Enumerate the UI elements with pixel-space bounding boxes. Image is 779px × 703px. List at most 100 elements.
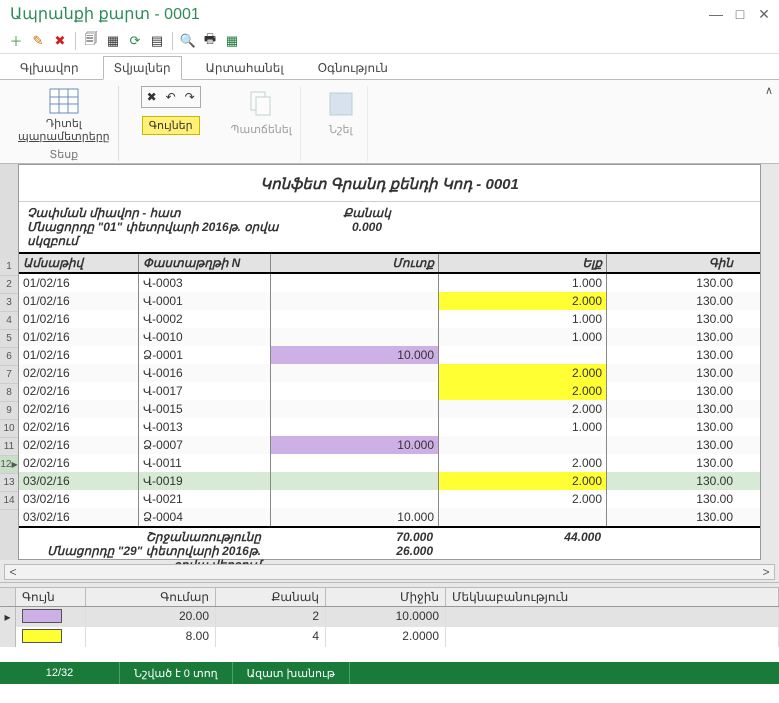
- row-number[interactable]: 3: [0, 294, 18, 312]
- col-note[interactable]: Մեկնաբանություն: [446, 588, 779, 606]
- col-date[interactable]: Ամսաթիվ: [19, 254, 139, 272]
- tab-data[interactable]: Տվյալներ: [103, 56, 182, 80]
- col-qty[interactable]: Քանակ: [216, 588, 326, 606]
- row-number[interactable]: 4: [0, 312, 18, 330]
- delete-icon[interactable]: ✖: [50, 31, 70, 51]
- redo-icon[interactable]: ↷: [181, 88, 199, 106]
- row-number[interactable]: 9: [0, 402, 18, 420]
- edit-icon[interactable]: ✎: [28, 31, 48, 51]
- table-row[interactable]: 03/02/16Վ-00192.000130.00: [19, 472, 760, 490]
- grid-icon[interactable]: ▦: [103, 31, 123, 51]
- row-number[interactable]: 5: [0, 330, 18, 348]
- mark-label: Նշել: [329, 124, 352, 137]
- close-button[interactable]: ✕: [755, 5, 773, 23]
- unit-label: Չափման միավոր - հատ: [27, 206, 287, 220]
- table-row[interactable]: 02/02/16Վ-00162.000130.00: [19, 364, 760, 382]
- row-number[interactable]: 1: [0, 258, 18, 276]
- row-number[interactable]: 8: [0, 384, 18, 402]
- color-swatch: [22, 609, 62, 623]
- sheet-title: Կոնֆետ Գրանդ քենդի Կոդ - 0001: [19, 165, 760, 202]
- table-row[interactable]: 02/02/16Վ-00131.000130.00: [19, 418, 760, 436]
- table-row[interactable]: 01/02/16Ձ-000110.000130.00: [19, 346, 760, 364]
- ribbon-tabs: Գլխավոր Տվյալներ Արտահանել Օգնություն: [0, 54, 779, 80]
- tab-help[interactable]: Օգնություն: [308, 57, 398, 79]
- status-marked: Նշված է 0 տող: [120, 662, 233, 684]
- list-icon[interactable]: ▤: [147, 31, 167, 51]
- status-position: 12/32: [0, 662, 120, 684]
- data-sheet: Կոնֆետ Գրանդ քենդի Կոդ - 0001 Չափման միա…: [18, 164, 761, 560]
- main-area: 123456789101112 ▶1314 Կոնֆետ Գրանդ քենդի…: [0, 164, 779, 582]
- table-row[interactable]: 01/02/16Վ-00012.000130.00: [19, 292, 760, 310]
- copy-label: Պատճենել: [231, 124, 292, 137]
- color-clear-icon[interactable]: ✖: [143, 88, 161, 106]
- col-in[interactable]: Մուտք: [271, 254, 439, 272]
- col-sum[interactable]: Գումար: [86, 588, 216, 606]
- row-handle-icon[interactable]: [0, 627, 16, 647]
- export-excel-icon[interactable]: ▦: [222, 31, 242, 51]
- tab-export[interactable]: Արտահանել: [196, 57, 294, 79]
- balance-start-label: Մնացորդը "01" փետրվարի 2016թ. օրվա սկզբո…: [27, 220, 287, 248]
- print-icon[interactable]: 🖶: [200, 31, 220, 51]
- row-number[interactable]: 11: [0, 438, 18, 456]
- cell-avg: 10.0000: [326, 607, 446, 627]
- copy-button[interactable]: [243, 86, 279, 122]
- table-row[interactable]: 02/02/16Ձ-000710.000130.00: [19, 436, 760, 454]
- row-number[interactable]: 6: [0, 348, 18, 366]
- find-icon[interactable]: 🔍: [178, 31, 198, 51]
- undo-redo-box: ✖ ↶ ↷: [141, 86, 201, 108]
- row-handle-icon[interactable]: ▸: [0, 607, 16, 627]
- col-doc[interactable]: Փաստաթղթի N: [139, 254, 271, 272]
- color-row[interactable]: 8.0042.0000: [0, 627, 779, 647]
- colors-button[interactable]: Գույներ: [142, 116, 200, 135]
- col-avg[interactable]: Միջին: [326, 588, 446, 606]
- turnover-label: Շրջանառությունը: [19, 530, 271, 544]
- window-title: Ապրանքի քարտ - 0001: [6, 4, 707, 24]
- quick-toolbar: ＋ ✎ ✖ 🗐 ▦ ⟳ ▤ 🔍 🖶 ▦: [0, 28, 779, 54]
- view-params-button[interactable]: [46, 86, 82, 116]
- table-row[interactable]: 02/02/16Վ-00172.000130.00: [19, 382, 760, 400]
- view-icon[interactable]: 🗐: [81, 31, 101, 51]
- col-price[interactable]: Գին: [607, 254, 737, 272]
- view-params-label: Դիտելպարամետրերը: [18, 118, 110, 144]
- scroll-left-icon[interactable]: <: [5, 565, 21, 579]
- table-row[interactable]: 02/02/16Վ-00112.000130.00: [19, 454, 760, 472]
- row-number[interactable]: 12 ▶: [0, 456, 18, 474]
- row-number[interactable]: 13: [0, 474, 18, 492]
- maximize-button[interactable]: □: [731, 5, 749, 23]
- color-swatch: [22, 629, 62, 643]
- ribbon-group-mark: Նշել: [315, 86, 368, 161]
- table-row[interactable]: 01/02/16Վ-00101.000130.00: [19, 328, 760, 346]
- row-number[interactable]: 14: [0, 492, 18, 510]
- minimize-button[interactable]: —: [707, 5, 725, 23]
- status-bar: 12/32 Նշված է 0 տող Ազատ խանութ: [0, 662, 779, 684]
- col-color[interactable]: Գույն: [16, 588, 86, 606]
- colors-summary-table: Գույն Գումար Քանակ Միջին Մեկնաբանություն…: [0, 588, 779, 662]
- table-row[interactable]: 03/02/16Ձ-000410.000130.00: [19, 508, 760, 526]
- turnover-in: 70.000: [271, 530, 439, 544]
- table-row[interactable]: 02/02/16Վ-00152.000130.00: [19, 400, 760, 418]
- cell-sum: 8.00: [86, 627, 216, 647]
- col-out[interactable]: Ելք: [439, 254, 607, 272]
- colors-table-header: Գույն Գումար Քանակ Միջին Մեկնաբանություն: [0, 588, 779, 607]
- table-row[interactable]: 01/02/16Վ-00021.000130.00: [19, 310, 760, 328]
- table-body[interactable]: 01/02/16Վ-00031.000130.0001/02/16Վ-00012…: [19, 274, 760, 526]
- table-row[interactable]: 03/02/16Վ-00212.000130.00: [19, 490, 760, 508]
- color-row[interactable]: ▸20.00210.0000: [0, 607, 779, 627]
- scroll-right-icon[interactable]: >: [758, 565, 774, 579]
- table-row[interactable]: 01/02/16Վ-00031.000130.00: [19, 274, 760, 292]
- undo-icon[interactable]: ↶: [162, 88, 180, 106]
- row-number[interactable]: 7: [0, 366, 18, 384]
- ribbon-group-copy: Պատճենել: [223, 86, 301, 161]
- status-free: Ազատ խանութ: [233, 662, 350, 684]
- tab-main[interactable]: Գլխավոր: [10, 57, 89, 79]
- row-number[interactable]: 10: [0, 420, 18, 438]
- add-icon[interactable]: ＋: [6, 31, 26, 51]
- row-gutter: 123456789101112 ▶1314: [0, 164, 18, 560]
- refresh-icon[interactable]: ⟳: [125, 31, 145, 51]
- mark-button[interactable]: [323, 86, 359, 122]
- cell-qty: 2: [216, 607, 326, 627]
- ribbon-collapse-icon[interactable]: ∧: [765, 84, 773, 97]
- horizontal-scrollbar[interactable]: < >: [4, 564, 775, 580]
- row-number[interactable]: 2: [0, 276, 18, 294]
- cell-note: [446, 627, 779, 647]
